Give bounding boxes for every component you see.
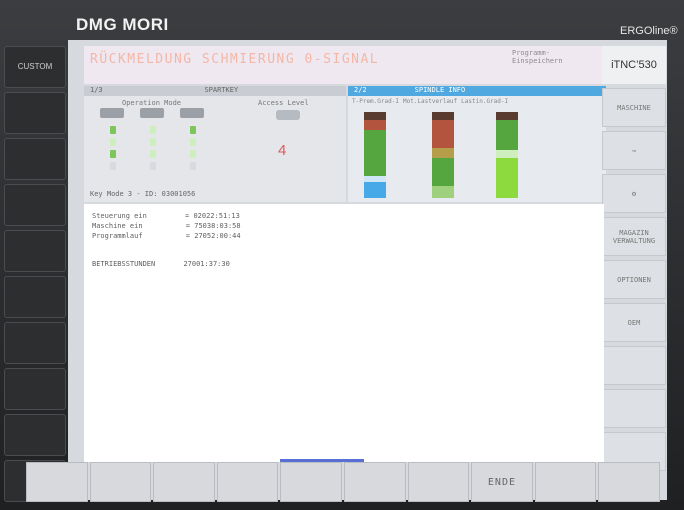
bottom-key-10[interactable] — [598, 462, 660, 502]
cnc-screen: RÜCKMELDUNG SCHMIERUNG 0-SIGNAL Programm… — [68, 40, 667, 500]
left-key-2[interactable] — [4, 138, 66, 180]
softkey-optionen[interactable]: OPTIONEN — [602, 260, 666, 299]
custom-key[interactable]: CUSTOM — [4, 46, 66, 88]
bottom-key-4[interactable] — [216, 462, 279, 502]
panel-b-title: SPINDLE INFO — [414, 86, 466, 94]
spindle-bar-3 — [496, 112, 518, 198]
mode-column-1 — [100, 108, 124, 176]
spindle-labels: T-Prem.Grad-I Mot.Lastverlauf Lastin.Gra… — [352, 98, 542, 105]
bottom-key-5[interactable] — [280, 462, 342, 502]
spindle-label-2: Mot.Lastverlauf — [402, 98, 458, 105]
left-key-4[interactable] — [4, 230, 66, 272]
brand-logo: DMG MORI — [76, 15, 169, 34]
spindle-icon — [140, 108, 164, 118]
time-line-3: Programmlauf = 27052:00:44 — [92, 232, 241, 240]
check-icon — [180, 108, 204, 118]
bottom-key-2[interactable] — [89, 462, 152, 502]
softkey-ende[interactable]: ENDE — [471, 462, 533, 502]
mode-column-2 — [140, 108, 164, 176]
bottom-key-3[interactable] — [153, 462, 215, 502]
left-key-1[interactable] — [4, 92, 66, 134]
spindle-label-3: Lastin.Grad-I — [461, 98, 509, 105]
ergoline-label: ERGOline® — [620, 25, 678, 37]
operation-mode-label: Operation Mode — [122, 99, 182, 107]
spindle-bar-2 — [432, 112, 454, 198]
panel-a-title: SPARTKEY — [204, 86, 239, 94]
softkey-magazin[interactable]: MAGAZIN VERWALTUNG — [602, 217, 666, 256]
panel-a-page: 1/3 — [90, 86, 103, 94]
panel-b-page: 2/2 — [354, 86, 367, 94]
softkey-empty-2[interactable] — [602, 389, 666, 428]
left-key-7[interactable] — [4, 368, 66, 410]
bottom-key-7[interactable] — [407, 462, 470, 502]
bottom-key-1[interactable] — [26, 462, 88, 502]
program-status: Programm- Einspeichern — [512, 49, 563, 65]
left-key-3[interactable] — [4, 184, 66, 226]
plug-icon-key[interactable]: ⇒ — [602, 131, 666, 170]
left-key-6[interactable] — [4, 322, 66, 364]
key-icon — [276, 110, 300, 120]
softkey-empty-1[interactable] — [602, 346, 666, 385]
left-key-column: CUSTOM — [4, 46, 66, 506]
spartkey-panel: 1/3 SPARTKEY Operation Mode Access Level — [84, 86, 346, 202]
softkey-oem[interactable]: OEM — [602, 303, 666, 342]
spindle-info-panel: 2/2 SPINDLE INFO T-Prem.Grad-I Mot.Lastv… — [348, 86, 606, 202]
operating-hours: BETRIEBSSTUNDEN 27001:37:30 — [92, 260, 230, 268]
access-level-label: Access Level — [258, 99, 309, 107]
machine-times: Steuerung ein = 02022:51:13 Maschine ein… — [84, 204, 604, 462]
control-label: iTNC’530 — [602, 46, 666, 84]
machine-icon — [100, 108, 124, 118]
spindle-bar-1 — [364, 112, 386, 198]
time-line-1: Steuerung ein = 02022:51:13 — [92, 212, 240, 220]
alarm-message: RÜCKMELDUNG SCHMIERUNG 0-SIGNAL — [90, 52, 380, 67]
right-softkeys: MASCHINE ⇒ ⚙ MAGAZIN VERWALTUNG OPTIONEN… — [602, 88, 666, 475]
bottom-key-6[interactable] — [343, 462, 406, 502]
left-key-5[interactable] — [4, 276, 66, 318]
bottom-key-9[interactable] — [534, 462, 597, 502]
message-bar: RÜCKMELDUNG SCHMIERUNG 0-SIGNAL Programm… — [84, 46, 609, 84]
softkey-maschine[interactable]: MASCHINE — [602, 88, 666, 127]
spindle-label-1: T-Prem.Grad-I — [352, 98, 399, 105]
left-key-8[interactable] — [4, 414, 66, 456]
access-level-value: 4 — [278, 142, 287, 159]
time-line-2: Maschine ein = 75038:03:58 — [92, 222, 241, 230]
bottom-softkeys: ENDE — [26, 462, 660, 502]
mode-column-3 — [180, 108, 204, 176]
key-mode-id: Key Mode 3 - ID: 03001056 — [90, 190, 196, 198]
gear-icon-key[interactable]: ⚙ — [602, 174, 666, 213]
